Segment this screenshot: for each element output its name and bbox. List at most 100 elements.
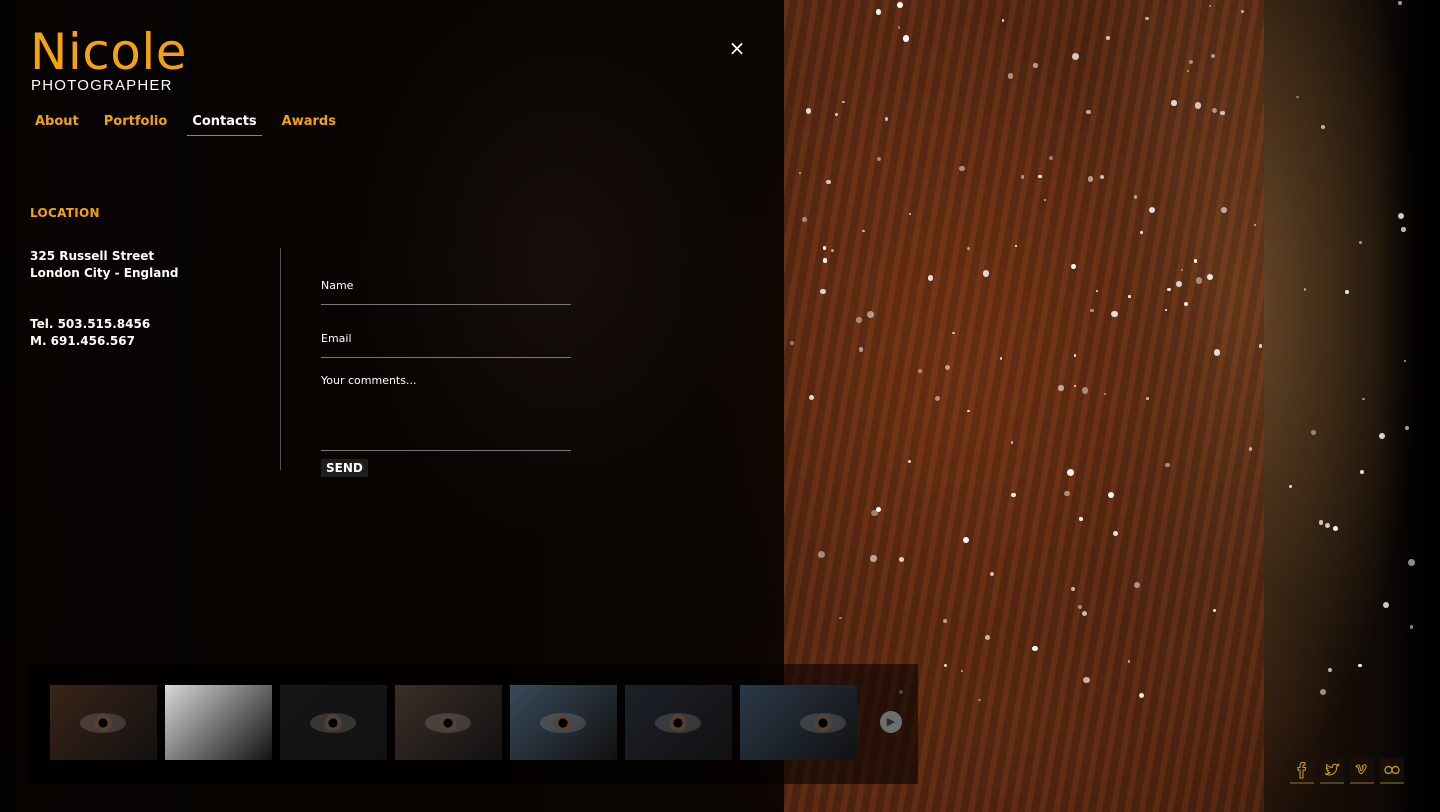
name-field-wrapper <box>321 276 571 305</box>
snow-particle <box>1106 36 1110 40</box>
snow-particle <box>1082 610 1087 616</box>
snow-particle <box>862 229 865 233</box>
snow-particle <box>1020 175 1024 179</box>
snow-particle <box>1397 212 1404 219</box>
play-icon[interactable]: ▶ <box>880 711 902 733</box>
thumbnail-strip: ▶ <box>30 664 918 784</box>
snow-particle <box>1397 1 1402 5</box>
snow-particle <box>1327 667 1332 672</box>
thumbnail-1[interactable] <box>50 685 157 760</box>
snow-particle <box>1001 19 1004 22</box>
snow-particle <box>839 616 842 620</box>
snow-particle <box>1248 447 1253 451</box>
thumbnail-5[interactable] <box>510 685 617 760</box>
snow-particle <box>1408 559 1415 566</box>
address-street: 325 Russell Street <box>30 249 155 263</box>
snow-particle <box>1077 604 1083 609</box>
snow-particle <box>805 108 812 114</box>
snow-particle <box>1007 73 1013 79</box>
snow-particle <box>898 557 904 563</box>
snow-particle <box>918 369 922 373</box>
snow-particle <box>1031 645 1038 652</box>
snow-particle <box>1071 52 1079 60</box>
snow-particle <box>1345 289 1350 294</box>
snow-particle <box>875 506 881 512</box>
close-panel-button[interactable]: × <box>727 37 747 59</box>
snow-particle <box>1207 273 1214 280</box>
thumbnail-7[interactable] <box>740 685 857 760</box>
snow-particle <box>835 113 838 116</box>
snow-particle <box>1144 16 1149 21</box>
snow-particle <box>1146 396 1149 400</box>
email-field-wrapper <box>321 329 571 358</box>
snow-particle <box>902 35 910 42</box>
snow-particle <box>1140 231 1143 235</box>
snow-particle <box>1113 530 1119 536</box>
snow-particle <box>826 179 831 185</box>
snow-particle <box>1086 109 1091 114</box>
snow-particle <box>875 8 882 15</box>
name-input[interactable] <box>321 276 571 294</box>
social-links <box>1290 758 1410 784</box>
thumbnail-2[interactable] <box>165 685 272 760</box>
snow-particle <box>1133 581 1140 588</box>
nav-portfolio[interactable]: Portfolio <box>99 114 173 136</box>
snow-particle <box>935 395 941 401</box>
snow-particle <box>856 317 862 324</box>
snow-particle <box>820 288 826 294</box>
site-logo[interactable]: Nicole <box>30 22 187 82</box>
send-button[interactable]: SEND <box>321 459 368 477</box>
flickr-icon[interactable] <box>1380 758 1404 784</box>
nav-awards[interactable]: Awards <box>277 114 341 136</box>
snow-particle <box>1193 259 1197 263</box>
snow-particle <box>960 669 963 672</box>
snow-particle <box>1171 100 1177 106</box>
snow-particle <box>858 347 863 352</box>
background-edge-shade <box>1380 0 1440 812</box>
snow-particle <box>1111 310 1118 318</box>
snow-particle <box>1167 287 1171 291</box>
snow-particle <box>1010 492 1016 498</box>
address-spacer <box>30 282 270 316</box>
snow-particle <box>1186 69 1189 73</box>
snow-particle <box>885 117 889 121</box>
snow-particle <box>1318 520 1324 525</box>
nav-about[interactable]: About <box>30 114 84 136</box>
snow-particle <box>1073 354 1077 357</box>
phone-number: Tel. 503.515.8456 <box>30 317 151 331</box>
vimeo-icon[interactable] <box>1350 758 1374 784</box>
vertical-divider <box>280 248 281 470</box>
snow-particle <box>1240 10 1244 13</box>
snow-particle <box>1332 525 1338 531</box>
thumbnail-6[interactable] <box>625 685 732 760</box>
snow-particle <box>1073 384 1076 387</box>
snow-particle <box>867 310 875 318</box>
snow-particle <box>1213 349 1221 356</box>
twitter-icon[interactable] <box>1320 758 1344 784</box>
snow-particle <box>1071 264 1076 269</box>
contact-form: SEND <box>321 276 571 477</box>
snow-particle <box>1058 385 1064 391</box>
address-block: 325 Russell Street London City - England… <box>30 248 270 350</box>
mobile-number: M. 691.456.567 <box>30 334 135 348</box>
snow-particle <box>1409 625 1413 629</box>
snow-particle <box>1175 281 1182 287</box>
main-nav: About Portfolio Contacts Awards <box>30 114 356 136</box>
snow-particle <box>999 357 1003 360</box>
thumbnail-4[interactable] <box>395 685 502 760</box>
comments-field-wrapper <box>321 374 571 451</box>
snow-particle <box>1383 602 1389 608</box>
comments-textarea[interactable] <box>321 374 571 444</box>
email-input[interactable] <box>321 329 571 347</box>
snow-particle <box>1078 517 1083 521</box>
nav-contacts[interactable]: Contacts <box>187 114 262 136</box>
facebook-icon[interactable] <box>1290 758 1314 784</box>
snow-particle <box>1321 124 1326 129</box>
location-heading: LOCATION <box>30 206 100 220</box>
snow-particle <box>1401 227 1406 232</box>
snow-particle <box>927 275 934 281</box>
site-tagline: PHOTOGRAPHER <box>31 77 173 94</box>
thumbnail-3[interactable] <box>280 685 387 760</box>
snow-particle <box>1128 295 1131 298</box>
address-city: London City - England <box>30 266 179 280</box>
